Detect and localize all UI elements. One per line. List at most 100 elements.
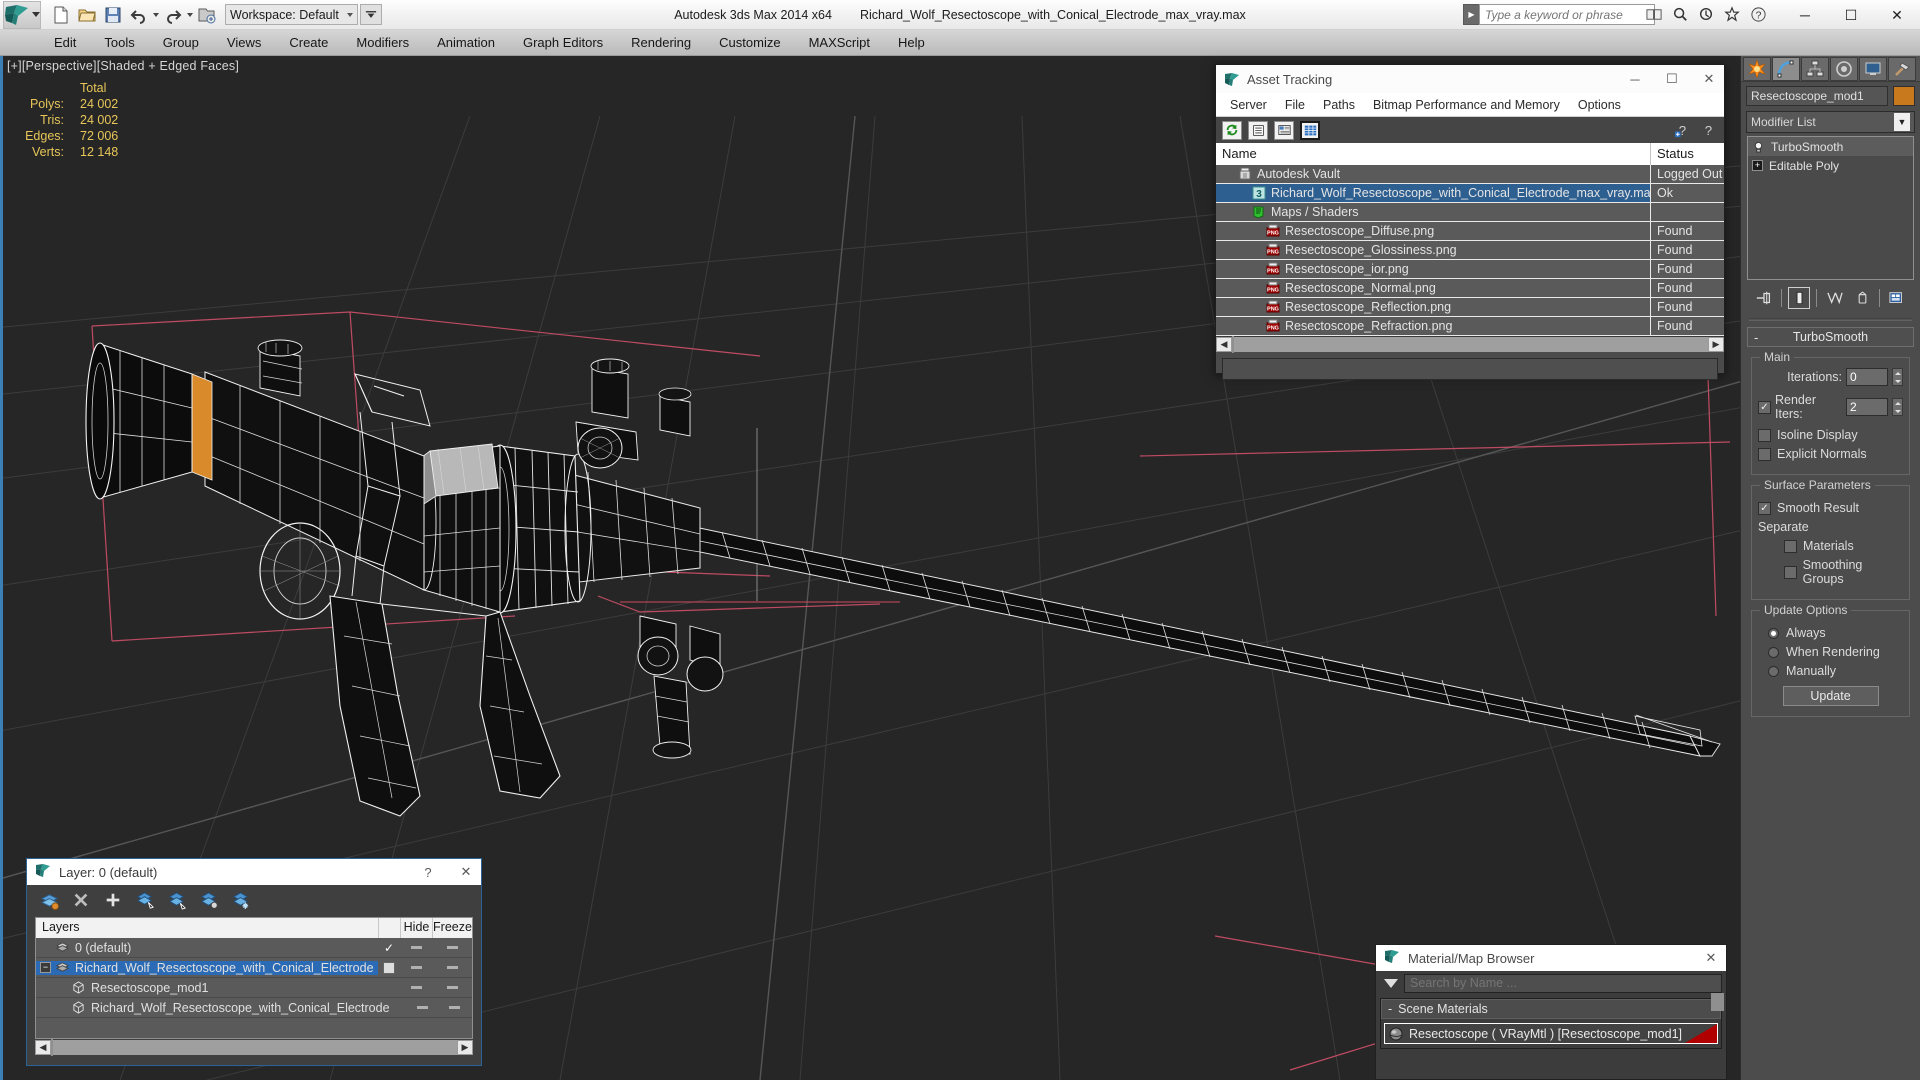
highlight-selected-objects-icon[interactable] <box>199 890 219 910</box>
help-alt-icon[interactable]: ? <box>1698 121 1718 140</box>
object-name-field[interactable]: Resectoscope_mod1 <box>1746 86 1888 106</box>
asset-tracking-window[interactable]: Asset Tracking ─ ☐ ✕ Server File Paths B… <box>1215 64 1725 380</box>
menu-tools[interactable]: Tools <box>90 30 148 55</box>
smooth-result-checkbox[interactable]: ✓ <box>1758 501 1771 515</box>
redo-button[interactable] <box>161 3 185 27</box>
asset-tracking-close[interactable]: ✕ <box>1694 66 1724 92</box>
redo-dropdown-caret-icon[interactable] <box>187 12 193 17</box>
radio-manually[interactable] <box>1768 665 1779 677</box>
separate-materials-checkbox[interactable] <box>1784 539 1797 553</box>
isoline-display-row[interactable]: Isoline Display <box>1758 428 1903 442</box>
show-end-result-icon[interactable] <box>1788 287 1810 309</box>
separate-smoothing-groups-checkbox[interactable] <box>1784 565 1797 579</box>
row-name-cell[interactable]: 3 Richard_Wolf_Resectoscope_with_Conical… <box>1216 184 1651 202</box>
table-row[interactable]: PNG Resectoscope_Refraction.png Found <box>1216 317 1724 336</box>
iterations-spinner[interactable] <box>1892 368 1903 386</box>
asset-table-hscrollbar[interactable]: ◀ ▶ <box>1216 336 1724 353</box>
row-name-cell[interactable]: PNG Resectoscope_Glossiness.png <box>1216 241 1651 259</box>
scrollbar-thumb[interactable] <box>1232 336 1234 353</box>
workspace-menu-button[interactable] <box>359 4 382 25</box>
material-browser-close-button[interactable]: ✕ <box>1696 945 1726 971</box>
subscription-center-icon[interactable] <box>1696 4 1716 24</box>
add-to-layer-icon[interactable] <box>103 890 123 910</box>
modifier-list-dropdown[interactable]: Modifier List ▼ <box>1746 111 1915 133</box>
remove-modifier-icon[interactable] <box>1851 287 1873 309</box>
scrollbar-track[interactable] <box>51 1039 457 1056</box>
window-minimize-button[interactable]: ─ <box>1782 0 1828 30</box>
menu-maxscript[interactable]: MAXScript <box>795 30 884 55</box>
menu-views[interactable]: Views <box>213 30 275 55</box>
table-row[interactable]: Autodesk Vault Logged Out <box>1216 165 1724 184</box>
freeze-toggle[interactable] <box>432 946 472 949</box>
table-row[interactable]: PNG Resectoscope_Glossiness.png Found <box>1216 241 1724 260</box>
tab-hierarchy[interactable] <box>1801 56 1829 81</box>
isoline-display-checkbox[interactable] <box>1758 428 1771 442</box>
material-list-item[interactable]: Resectoscope ( VRayMtl ) [Resectoscope_m… <box>1384 1023 1718 1044</box>
at-menu-file[interactable]: File <box>1276 94 1314 116</box>
table-row[interactable]: Maps / Shaders <box>1216 203 1724 222</box>
scroll-left-icon[interactable]: ◀ <box>1216 337 1232 352</box>
table-row[interactable]: PNG Resectoscope_ior.png Found <box>1216 260 1724 279</box>
help-icon[interactable]: ? <box>1748 4 1768 24</box>
layer-row[interactable]: Resectoscope_mod1 <box>36 978 472 998</box>
scroll-right-icon[interactable]: ▶ <box>1708 337 1724 352</box>
hide-toggle[interactable] <box>400 986 432 989</box>
search-dropdown-icon[interactable]: ▶ <box>1463 4 1479 25</box>
group-collapse-icon[interactable]: - <box>1388 1002 1392 1016</box>
collapse-minus-icon[interactable]: − <box>40 962 51 973</box>
smooth-result-row[interactable]: ✓ Smooth Result <box>1758 501 1903 515</box>
make-unique-icon[interactable] <box>1823 287 1845 309</box>
radio-when-rendering[interactable] <box>1768 646 1779 658</box>
layer-list-hscrollbar[interactable]: ◀ ▶ <box>35 1039 473 1056</box>
at-menu-paths[interactable]: Paths <box>1314 94 1364 116</box>
asset-tracking-titlebar[interactable]: Asset Tracking ─ ☐ ✕ <box>1216 65 1724 93</box>
column-header-hide[interactable]: Hide <box>400 918 432 938</box>
rollout-collapse-icon[interactable]: - <box>1754 330 1758 345</box>
update-option-when-rendering[interactable]: When Rendering <box>1768 645 1903 659</box>
menu-create[interactable]: Create <box>275 30 342 55</box>
table-row[interactable]: PNG Resectoscope_Normal.png Found <box>1216 279 1724 298</box>
row-name-cell[interactable]: PNG Resectoscope_Refraction.png <box>1216 317 1651 335</box>
help-question-icon[interactable]: ? <box>1672 121 1692 140</box>
delete-layer-icon[interactable] <box>71 890 91 910</box>
menu-group[interactable]: Group <box>149 30 213 55</box>
material-browser-titlebar[interactable]: Material/Map Browser ✕ <box>1376 945 1726 971</box>
row-name-cell[interactable]: Autodesk Vault <box>1216 165 1651 183</box>
layer-dialog-help-button[interactable]: ? <box>413 859 443 885</box>
search-box[interactable]: ▶ <box>1463 4 1655 25</box>
freeze-toggle[interactable] <box>432 966 472 969</box>
menu-modifiers[interactable]: Modifiers <box>342 30 423 55</box>
material-browser-vscrollbar[interactable] <box>1711 993 1724 1011</box>
asset-tracking-maximize[interactable]: ☐ <box>1657 66 1687 92</box>
row-name-cell[interactable]: PNG Resectoscope_Normal.png <box>1216 279 1651 297</box>
render-iters-field[interactable]: 2 <box>1846 398 1888 416</box>
scene-materials-group-header[interactable]: - Scene Materials <box>1381 999 1721 1019</box>
expand-plus-icon[interactable]: + <box>1752 160 1763 171</box>
at-menu-options[interactable]: Options <box>1569 94 1630 116</box>
layer-row[interactable]: − Richard_Wolf_Resectoscope_with_Conical… <box>36 958 472 978</box>
app-logo-button[interactable] <box>3 0 41 29</box>
stack-item-turbosmooth[interactable]: TurboSmooth <box>1748 137 1913 156</box>
scroll-left-icon[interactable]: ◀ <box>35 1040 51 1055</box>
menu-animation[interactable]: Animation <box>423 30 509 55</box>
separate-materials-row[interactable]: Materials <box>1784 539 1903 553</box>
material-search-input[interactable] <box>1404 973 1722 993</box>
lightbulb-icon[interactable] <box>1752 140 1765 154</box>
iterations-field[interactable]: 0 <box>1846 368 1888 386</box>
set-project-folder-button[interactable] <box>195 3 219 27</box>
scrollbar-thumb[interactable] <box>51 1039 53 1056</box>
pin-stack-icon[interactable] <box>1753 287 1775 309</box>
favorites-star-icon[interactable] <box>1722 4 1742 24</box>
open-file-button[interactable] <box>75 3 99 27</box>
explicit-normals-row[interactable]: Explicit Normals <box>1758 447 1903 461</box>
current-layer-checkmark[interactable]: ✓ <box>378 941 400 955</box>
table-view-icon[interactable] <box>1300 120 1320 140</box>
menu-help[interactable]: Help <box>884 30 939 55</box>
layer-dialog[interactable]: Layer: 0 (default) ? ✕ Layers Hide Freez… <box>26 858 482 1066</box>
layer-row[interactable]: 0 (default) ✓ <box>36 938 472 958</box>
tab-utilities[interactable] <box>1888 56 1916 81</box>
save-file-button[interactable] <box>101 3 125 27</box>
stack-item-editable-poly[interactable]: + Editable Poly <box>1748 156 1913 175</box>
update-option-manually[interactable]: Manually <box>1768 664 1903 678</box>
hide-unhide-all-layers-icon[interactable] <box>231 890 251 910</box>
